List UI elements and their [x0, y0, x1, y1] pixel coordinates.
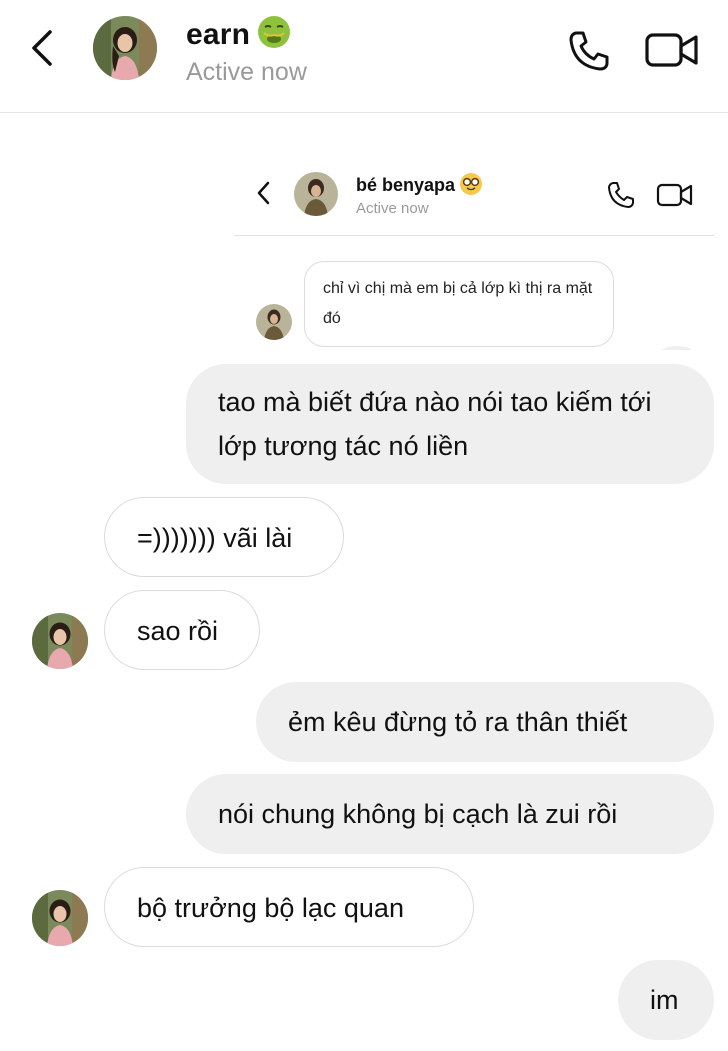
- video-camera-icon: [656, 182, 694, 208]
- message-bubble-outgoing[interactable]: tao mà biết đứa nào nói tao kiếm tới lớp…: [186, 364, 714, 484]
- chat-header: earn Active now: [0, 0, 728, 113]
- shared-screenshot[interactable]: bé benyapa Active now chỉ vì chị mà em b…: [234, 140, 714, 350]
- message-bubble-incoming[interactable]: bộ trưởng bộ lạc quan: [104, 867, 474, 947]
- message-bubble-outgoing[interactable]: ẻm kêu đừng tỏ ra thân thiết: [256, 682, 714, 762]
- video-camera-icon[interactable]: [644, 30, 700, 70]
- avatar[interactable]: [32, 613, 88, 669]
- divider: [234, 235, 714, 236]
- embedded-contact-name: bé benyapa: [356, 172, 483, 196]
- message-bubble-outgoing[interactable]: im: [618, 960, 714, 1040]
- embedded-active-status: Active now: [356, 200, 429, 217]
- phone-icon: [606, 180, 636, 210]
- message-bubble-incoming[interactable]: sao rồi: [104, 590, 260, 670]
- embedded-message-bubble: chỉ vì chị mà em bị cả lớp kì thị ra mặt…: [304, 261, 614, 347]
- typing-indicator: [662, 346, 692, 350]
- phone-icon[interactable]: [566, 28, 612, 74]
- avatar[interactable]: [32, 890, 88, 946]
- embedded-contact-avatar: [294, 172, 338, 216]
- chevron-left-icon: [254, 180, 274, 206]
- nerd-face-icon: [459, 172, 483, 196]
- nauseated-face-icon: [256, 14, 292, 50]
- contact-name[interactable]: earn: [186, 14, 292, 52]
- avatar: [256, 304, 292, 340]
- message-bubble-incoming[interactable]: =))))))) vãi lài: [104, 497, 344, 577]
- message-bubble-outgoing[interactable]: nói chung không bị cạch là zui rồi: [186, 774, 714, 854]
- contact-avatar[interactable]: [93, 16, 157, 80]
- chevron-left-icon[interactable]: [26, 28, 62, 68]
- active-status: Active now: [186, 58, 307, 86]
